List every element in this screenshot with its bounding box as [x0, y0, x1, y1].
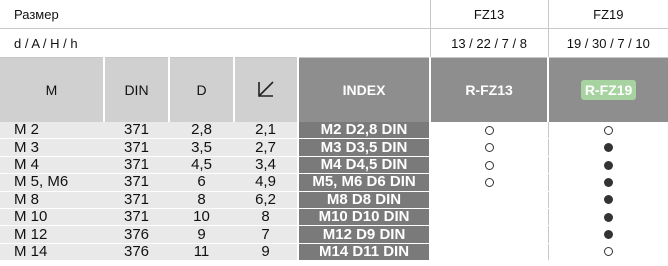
col-din: DIN [103, 57, 169, 122]
header-row-dims: d / A / H / h 13 / 22 / 7 / 8 19 / 30 / … [0, 28, 668, 58]
cell-din: 376 [104, 225, 169, 244]
open-circle-icon [484, 143, 494, 153]
cell-din: 371 [104, 122, 169, 140]
size-label: Размер [0, 0, 431, 29]
cell-fz19 [547, 243, 668, 262]
cell-m: M 14 [0, 243, 104, 262]
column-header-row: M DIN D INDEX R-FZ13 R-FZ19 [0, 57, 668, 122]
cell-m: M 2 [0, 122, 104, 140]
cell-thickness: 6,2 [234, 191, 298, 209]
cell-din: 371 [104, 138, 169, 157]
fz13-dims: 13 / 22 / 7 / 8 [429, 28, 549, 58]
cell-din: 371 [104, 208, 169, 227]
cell-index: M3 D3,5 DIN [296, 138, 432, 157]
cell-fz13 [429, 208, 549, 227]
cell-din: 371 [104, 191, 169, 209]
cell-fz19 [547, 208, 668, 227]
cell-thickness: 7 [234, 225, 298, 244]
cell-fz13 [429, 243, 549, 262]
diameter-slash-icon [257, 80, 275, 101]
cell-d: 8 [169, 191, 234, 209]
col-index: INDEX [296, 57, 431, 122]
filled-circle-icon [603, 177, 613, 187]
open-circle-icon [484, 177, 494, 187]
cell-fz13 [429, 138, 549, 157]
open-circle-icon [603, 247, 613, 257]
cell-fz19 [547, 122, 668, 140]
filled-circle-icon [603, 212, 613, 222]
cell-m: M 4 [0, 156, 104, 175]
dims-label: d / A / H / h [0, 28, 431, 58]
cell-m: M 3 [0, 138, 104, 157]
table-row: M 3 371 3,5 2,7 M3 D3,5 DIN [0, 138, 668, 157]
cell-d: 10 [169, 208, 234, 227]
cell-d: 11 [169, 243, 234, 262]
cell-din: 371 [104, 156, 169, 175]
cell-fz19 [547, 225, 668, 244]
cell-m: M 10 [0, 208, 104, 227]
cell-index: M10 D10 DIN [296, 208, 432, 227]
filled-circle-icon [603, 230, 613, 240]
cell-fz13 [429, 156, 549, 175]
cell-m: M 8 [0, 191, 104, 209]
cell-fz13 [429, 225, 549, 244]
table-row: M 5, M6 371 6 4,9 M5, M6 D6 DIN [0, 173, 668, 192]
cell-index: M5, M6 D6 DIN [296, 173, 432, 192]
col-rfz13: R-FZ13 [429, 57, 549, 122]
cell-fz19 [547, 191, 668, 209]
cell-index: M14 D11 DIN [296, 243, 432, 262]
table-row: M 8 371 8 6,2 M8 D8 DIN [0, 191, 668, 209]
cell-thickness: 4,9 [234, 173, 298, 192]
cell-thickness: 9 [234, 243, 298, 262]
cell-fz19 [547, 173, 668, 192]
cell-d: 4,5 [169, 156, 234, 175]
col-rfz19: R-FZ19 [547, 57, 668, 122]
rfz19-highlight: R-FZ19 [580, 80, 637, 100]
size-table: Размер FZ13 FZ19 d / A / H / h 13 / 22 /… [0, 0, 668, 262]
fz13-title: FZ13 [429, 0, 549, 29]
open-circle-icon [484, 160, 494, 170]
table-body: M 2 371 2,8 2,1 M2 D2,8 DIN M 3 371 3,5 2,7 M3 D3… [0, 122, 668, 262]
filled-circle-icon [603, 143, 613, 153]
cell-thickness: 2,7 [234, 138, 298, 157]
open-circle-icon [484, 125, 494, 135]
cell-fz13 [429, 191, 549, 209]
fz19-dims: 19 / 30 / 7 / 10 [547, 28, 668, 58]
cell-thickness: 3,4 [234, 156, 298, 175]
cell-din: 371 [104, 173, 169, 192]
cell-thickness: 8 [234, 208, 298, 227]
cell-index: M4 D4,5 DIN [296, 156, 432, 175]
header-row-titles: Размер FZ13 FZ19 [0, 0, 668, 29]
cell-fz13 [429, 122, 549, 140]
cell-fz13 [429, 173, 549, 192]
cell-fz19 [547, 138, 668, 157]
filled-circle-icon [603, 195, 613, 205]
table-row: M 4 371 4,5 3,4 M4 D4,5 DIN [0, 156, 668, 175]
cell-din: 376 [104, 243, 169, 262]
cell-index: M8 D8 DIN [296, 191, 432, 209]
cell-index: M12 D9 DIN [296, 225, 432, 244]
cell-fz19 [547, 156, 668, 175]
col-d: D [168, 57, 234, 122]
cell-d: 3,5 [169, 138, 234, 157]
table-row: M 10 371 10 8 M10 D10 DIN [0, 208, 668, 227]
col-thickness [233, 57, 298, 122]
cell-d: 9 [169, 225, 234, 244]
table-row: M 2 371 2,8 2,1 M2 D2,8 DIN [0, 122, 668, 140]
col-m: M [0, 57, 104, 122]
cell-thickness: 2,1 [234, 122, 298, 140]
cell-d: 6 [169, 173, 234, 192]
cell-m: M 12 [0, 225, 104, 244]
table-row: M 12 376 9 7 M12 D9 DIN [0, 225, 668, 244]
cell-m: M 5, M6 [0, 173, 104, 192]
open-circle-icon [603, 125, 613, 135]
cell-d: 2,8 [169, 122, 234, 140]
filled-circle-icon [603, 160, 613, 170]
table-row: M 14 376 11 9 M14 D11 DIN [0, 243, 668, 262]
fz19-title: FZ19 [547, 0, 668, 29]
cell-index: M2 D2,8 DIN [296, 122, 432, 140]
